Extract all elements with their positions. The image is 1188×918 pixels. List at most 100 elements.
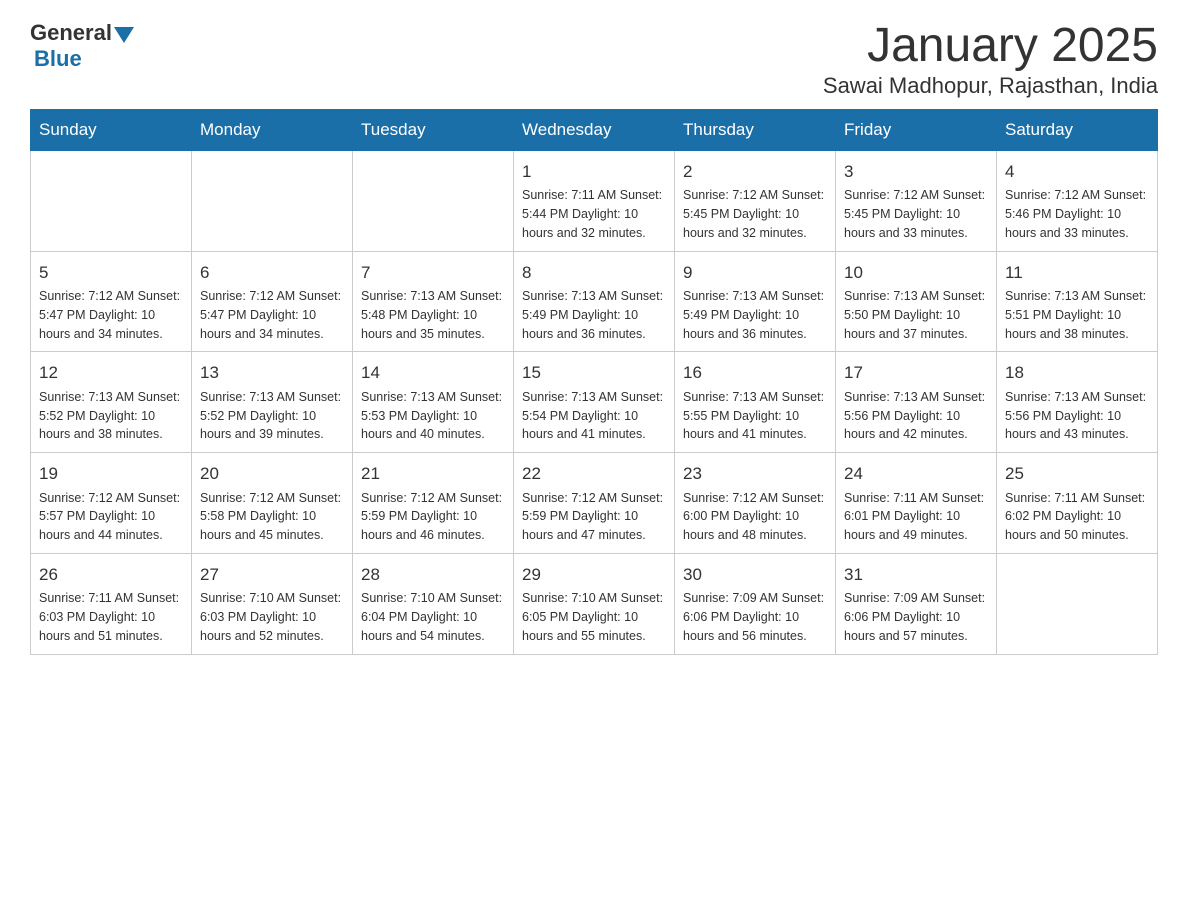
day-info: Sunrise: 7:13 AM Sunset: 5:51 PM Dayligh…: [1005, 287, 1149, 343]
day-info: Sunrise: 7:11 AM Sunset: 6:01 PM Dayligh…: [844, 489, 988, 545]
logo: General Blue: [30, 20, 134, 72]
day-info: Sunrise: 7:13 AM Sunset: 5:52 PM Dayligh…: [39, 388, 183, 444]
day-number: 31: [844, 562, 988, 588]
day-info: Sunrise: 7:13 AM Sunset: 5:56 PM Dayligh…: [1005, 388, 1149, 444]
day-number: 21: [361, 461, 505, 487]
calendar-cell: 1Sunrise: 7:11 AM Sunset: 5:44 PM Daylig…: [514, 150, 675, 251]
calendar-table: SundayMondayTuesdayWednesdayThursdayFrid…: [30, 109, 1158, 655]
day-number: 23: [683, 461, 827, 487]
calendar-cell: 4Sunrise: 7:12 AM Sunset: 5:46 PM Daylig…: [997, 150, 1158, 251]
calendar-cell: [353, 150, 514, 251]
day-number: 9: [683, 260, 827, 286]
day-number: 10: [844, 260, 988, 286]
day-info: Sunrise: 7:12 AM Sunset: 5:45 PM Dayligh…: [683, 186, 827, 242]
day-info: Sunrise: 7:12 AM Sunset: 5:59 PM Dayligh…: [361, 489, 505, 545]
calendar-cell: 5Sunrise: 7:12 AM Sunset: 5:47 PM Daylig…: [31, 251, 192, 352]
day-info: Sunrise: 7:09 AM Sunset: 6:06 PM Dayligh…: [844, 589, 988, 645]
calendar-cell: 14Sunrise: 7:13 AM Sunset: 5:53 PM Dayli…: [353, 352, 514, 453]
day-number: 17: [844, 360, 988, 386]
day-info: Sunrise: 7:10 AM Sunset: 6:05 PM Dayligh…: [522, 589, 666, 645]
day-info: Sunrise: 7:12 AM Sunset: 5:57 PM Dayligh…: [39, 489, 183, 545]
calendar-cell: [997, 553, 1158, 654]
day-number: 15: [522, 360, 666, 386]
calendar-cell: 27Sunrise: 7:10 AM Sunset: 6:03 PM Dayli…: [192, 553, 353, 654]
title-area: January 2025 Sawai Madhopur, Rajasthan, …: [823, 20, 1158, 99]
day-number: 28: [361, 562, 505, 588]
day-number: 12: [39, 360, 183, 386]
day-info: Sunrise: 7:13 AM Sunset: 5:55 PM Dayligh…: [683, 388, 827, 444]
day-info: Sunrise: 7:12 AM Sunset: 5:45 PM Dayligh…: [844, 186, 988, 242]
day-info: Sunrise: 7:13 AM Sunset: 5:48 PM Dayligh…: [361, 287, 505, 343]
calendar-cell: 24Sunrise: 7:11 AM Sunset: 6:01 PM Dayli…: [836, 453, 997, 554]
calendar-cell: 13Sunrise: 7:13 AM Sunset: 5:52 PM Dayli…: [192, 352, 353, 453]
logo-triangle-icon: [114, 27, 134, 43]
calendar-cell: 15Sunrise: 7:13 AM Sunset: 5:54 PM Dayli…: [514, 352, 675, 453]
calendar-cell: 28Sunrise: 7:10 AM Sunset: 6:04 PM Dayli…: [353, 553, 514, 654]
header: General Blue January 2025 Sawai Madhopur…: [30, 20, 1158, 99]
day-number: 1: [522, 159, 666, 185]
day-info: Sunrise: 7:13 AM Sunset: 5:54 PM Dayligh…: [522, 388, 666, 444]
day-info: Sunrise: 7:11 AM Sunset: 5:44 PM Dayligh…: [522, 186, 666, 242]
day-number: 22: [522, 461, 666, 487]
day-number: 30: [683, 562, 827, 588]
calendar-week-row: 19Sunrise: 7:12 AM Sunset: 5:57 PM Dayli…: [31, 453, 1158, 554]
calendar-cell: 19Sunrise: 7:12 AM Sunset: 5:57 PM Dayli…: [31, 453, 192, 554]
calendar-cell: 29Sunrise: 7:10 AM Sunset: 6:05 PM Dayli…: [514, 553, 675, 654]
day-info: Sunrise: 7:13 AM Sunset: 5:52 PM Dayligh…: [200, 388, 344, 444]
day-number: 26: [39, 562, 183, 588]
day-number: 27: [200, 562, 344, 588]
day-number: 7: [361, 260, 505, 286]
day-number: 24: [844, 461, 988, 487]
day-of-week-header: Monday: [192, 109, 353, 150]
calendar-cell: 6Sunrise: 7:12 AM Sunset: 5:47 PM Daylig…: [192, 251, 353, 352]
day-number: 16: [683, 360, 827, 386]
calendar-cell: 22Sunrise: 7:12 AM Sunset: 5:59 PM Dayli…: [514, 453, 675, 554]
day-number: 25: [1005, 461, 1149, 487]
day-number: 2: [683, 159, 827, 185]
day-info: Sunrise: 7:11 AM Sunset: 6:02 PM Dayligh…: [1005, 489, 1149, 545]
day-info: Sunrise: 7:10 AM Sunset: 6:04 PM Dayligh…: [361, 589, 505, 645]
day-number: 4: [1005, 159, 1149, 185]
day-info: Sunrise: 7:12 AM Sunset: 5:46 PM Dayligh…: [1005, 186, 1149, 242]
day-info: Sunrise: 7:13 AM Sunset: 5:49 PM Dayligh…: [683, 287, 827, 343]
day-info: Sunrise: 7:11 AM Sunset: 6:03 PM Dayligh…: [39, 589, 183, 645]
day-info: Sunrise: 7:12 AM Sunset: 5:47 PM Dayligh…: [39, 287, 183, 343]
calendar-cell: 7Sunrise: 7:13 AM Sunset: 5:48 PM Daylig…: [353, 251, 514, 352]
logo-blue: Blue: [34, 46, 82, 72]
day-info: Sunrise: 7:13 AM Sunset: 5:50 PM Dayligh…: [844, 287, 988, 343]
calendar-subtitle: Sawai Madhopur, Rajasthan, India: [823, 73, 1158, 99]
day-info: Sunrise: 7:13 AM Sunset: 5:49 PM Dayligh…: [522, 287, 666, 343]
day-number: 13: [200, 360, 344, 386]
day-number: 29: [522, 562, 666, 588]
day-number: 18: [1005, 360, 1149, 386]
calendar-cell: 17Sunrise: 7:13 AM Sunset: 5:56 PM Dayli…: [836, 352, 997, 453]
day-number: 14: [361, 360, 505, 386]
day-number: 3: [844, 159, 988, 185]
calendar-cell: [31, 150, 192, 251]
calendar-cell: 16Sunrise: 7:13 AM Sunset: 5:55 PM Dayli…: [675, 352, 836, 453]
day-of-week-header: Friday: [836, 109, 997, 150]
day-number: 8: [522, 260, 666, 286]
day-info: Sunrise: 7:10 AM Sunset: 6:03 PM Dayligh…: [200, 589, 344, 645]
day-of-week-header: Saturday: [997, 109, 1158, 150]
calendar-cell: 9Sunrise: 7:13 AM Sunset: 5:49 PM Daylig…: [675, 251, 836, 352]
day-of-week-header: Wednesday: [514, 109, 675, 150]
calendar-cell: 18Sunrise: 7:13 AM Sunset: 5:56 PM Dayli…: [997, 352, 1158, 453]
calendar-week-row: 1Sunrise: 7:11 AM Sunset: 5:44 PM Daylig…: [31, 150, 1158, 251]
day-header-row: SundayMondayTuesdayWednesdayThursdayFrid…: [31, 109, 1158, 150]
day-number: 5: [39, 260, 183, 286]
calendar-cell: 3Sunrise: 7:12 AM Sunset: 5:45 PM Daylig…: [836, 150, 997, 251]
calendar-week-row: 26Sunrise: 7:11 AM Sunset: 6:03 PM Dayli…: [31, 553, 1158, 654]
calendar-cell: 12Sunrise: 7:13 AM Sunset: 5:52 PM Dayli…: [31, 352, 192, 453]
calendar-cell: [192, 150, 353, 251]
day-info: Sunrise: 7:13 AM Sunset: 5:56 PM Dayligh…: [844, 388, 988, 444]
calendar-cell: 20Sunrise: 7:12 AM Sunset: 5:58 PM Dayli…: [192, 453, 353, 554]
calendar-cell: 26Sunrise: 7:11 AM Sunset: 6:03 PM Dayli…: [31, 553, 192, 654]
day-info: Sunrise: 7:13 AM Sunset: 5:53 PM Dayligh…: [361, 388, 505, 444]
calendar-cell: 30Sunrise: 7:09 AM Sunset: 6:06 PM Dayli…: [675, 553, 836, 654]
day-number: 19: [39, 461, 183, 487]
calendar-title: January 2025: [823, 20, 1158, 73]
day-info: Sunrise: 7:12 AM Sunset: 5:59 PM Dayligh…: [522, 489, 666, 545]
calendar-cell: 11Sunrise: 7:13 AM Sunset: 5:51 PM Dayli…: [997, 251, 1158, 352]
day-info: Sunrise: 7:12 AM Sunset: 6:00 PM Dayligh…: [683, 489, 827, 545]
